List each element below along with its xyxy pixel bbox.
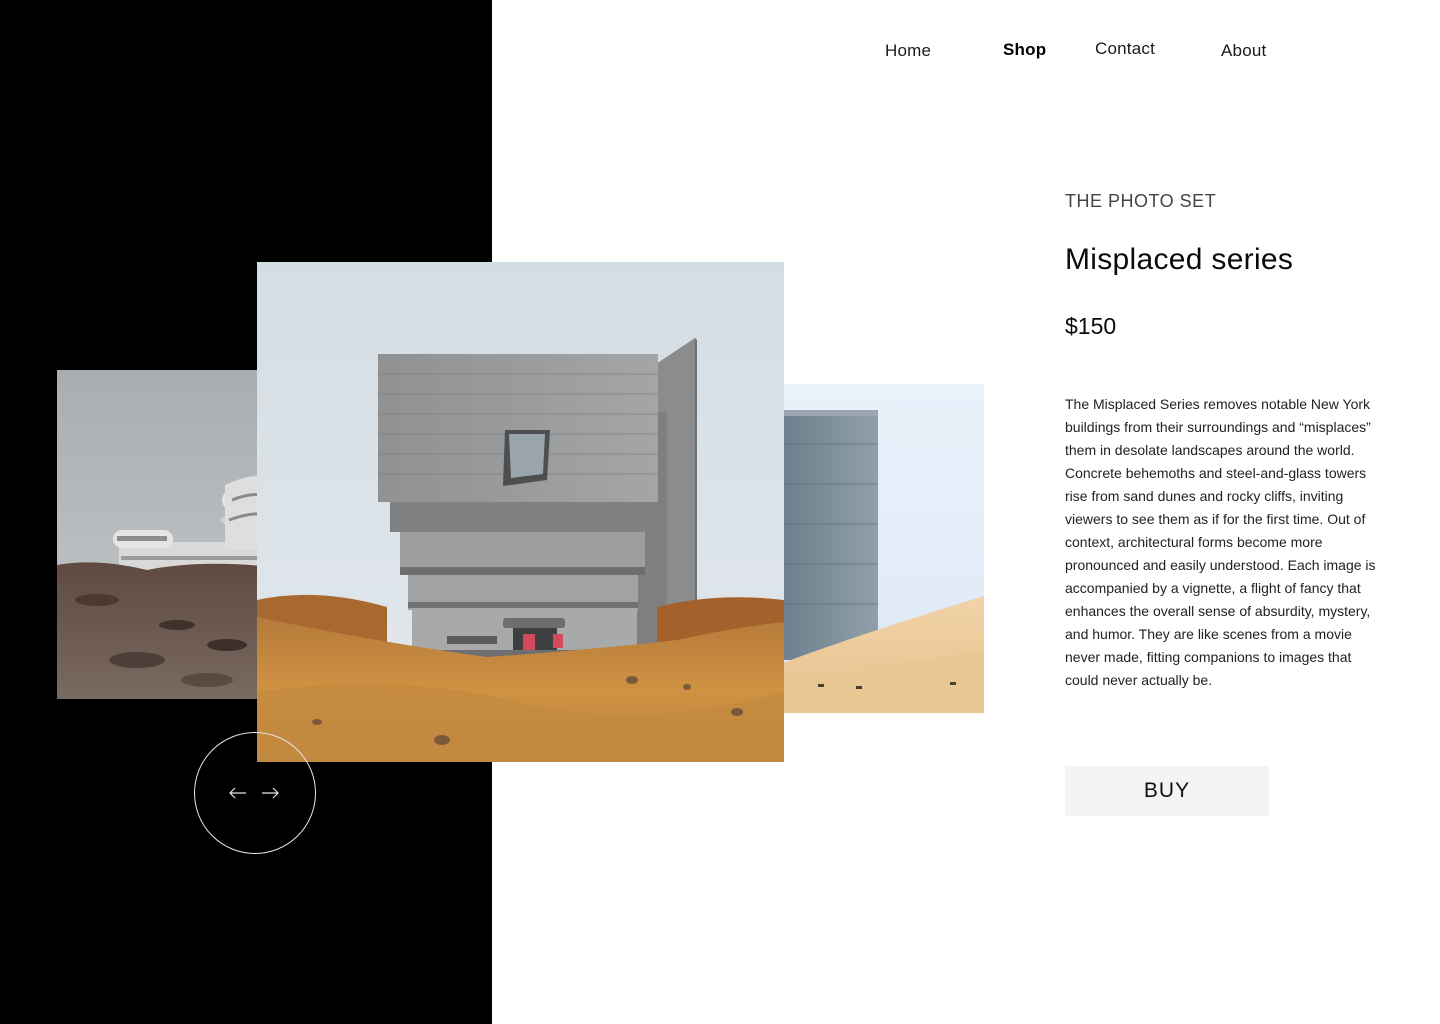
nav-item-home[interactable]: Home (885, 41, 931, 61)
arrow-right-icon[interactable] (258, 781, 282, 805)
arrow-left-icon[interactable] (226, 781, 250, 805)
product-category: THE PHOTO SET (1065, 191, 1217, 211)
nav-item-about[interactable]: About (1221, 41, 1266, 61)
product-description: The Misplaced Series removes notable New… (1065, 396, 1376, 688)
carousel-controls (194, 732, 316, 854)
nav-item-contact[interactable]: Contact (1095, 39, 1155, 59)
carousel-photo-previous[interactable] (57, 370, 262, 699)
carousel-photo-next[interactable] (780, 384, 984, 713)
buy-button[interactable]: BUY (1065, 766, 1269, 816)
nav-item-shop[interactable]: Shop (1003, 40, 1046, 60)
product-title: Misplaced series (1065, 243, 1294, 276)
product-price: $150 (1065, 313, 1117, 339)
carousel-photo-current[interactable] (257, 262, 784, 762)
main-nav: Home Shop Contact About (0, 38, 1440, 62)
